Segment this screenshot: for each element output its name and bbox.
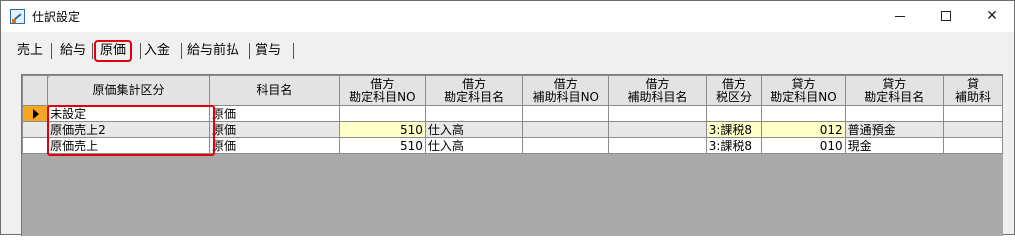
cell-category[interactable]: 原価売上2 — [47, 121, 211, 138]
column-header-debit-sub-no[interactable]: 借方 補助科目NO — [522, 75, 610, 106]
minimize-button[interactable] — [877, 1, 923, 32]
cell-debit-tax[interactable] — [705, 105, 763, 122]
row-header[interactable] — [22, 105, 49, 122]
tab-cost[interactable]: 原価 — [94, 40, 133, 62]
column-header-credit-sub[interactable]: 貸補助科 — [942, 75, 1003, 106]
column-header-credit-account-name[interactable]: 貸方 勘定科目名 — [844, 75, 944, 106]
current-row-icon — [23, 106, 47, 121]
cell-debit-no[interactable]: 510 — [338, 137, 426, 154]
cell-credit-sub[interactable] — [942, 105, 1003, 122]
journal-table: 原価集計区分 科目名 借方 勘定科目NO 借方 勘定科目名 借方 補助科目NO 借方補… — [22, 75, 1003, 154]
tab-separator — [51, 43, 52, 59]
cell-debit-sub-name[interactable] — [608, 137, 707, 154]
tab-deposit[interactable]: 入金 — [140, 41, 174, 61]
title-bar: 仕訳設定 ✕ — [1, 1, 1014, 32]
tab-separator — [181, 43, 182, 59]
cell-credit-sub[interactable] — [942, 137, 1003, 154]
cell-credit-name[interactable]: 普通預金 — [844, 121, 944, 138]
cell-debit-sub-name[interactable] — [608, 121, 707, 138]
cell-debit-sub-no[interactable] — [522, 137, 610, 154]
journal-settings-window: 仕訳設定 ✕ 売上 給与 原価 入金 給与前払 賞与 原価集計区分 科目名 借方… — [0, 0, 1015, 236]
column-header-debit-sub-name[interactable]: 借方 補助科目名 — [608, 75, 707, 106]
tab-separator — [92, 43, 93, 59]
maximize-button[interactable] — [923, 1, 969, 32]
cell-debit-name[interactable]: 仕入高 — [424, 137, 524, 154]
table-row[interactable]: 原価売上2 原価 510 仕入高 3:課税8 012 普通預金 — [22, 121, 1003, 138]
window-title: 仕訳設定 — [32, 10, 81, 24]
grid-corner — [22, 75, 49, 106]
tab-bonus[interactable]: 賞与 — [251, 41, 285, 61]
cell-credit-sub[interactable] — [942, 121, 1003, 138]
cell-debit-tax[interactable]: 3:課税8 — [705, 121, 763, 138]
cell-credit-no[interactable]: 010 — [761, 137, 846, 154]
cell-subject[interactable]: 原価 — [209, 137, 340, 154]
tab-separator — [249, 43, 250, 59]
cell-debit-no[interactable] — [338, 105, 426, 122]
cell-subject[interactable]: 原価 — [209, 105, 340, 122]
cell-debit-tax[interactable]: 3:課税8 — [705, 137, 763, 154]
column-header-debit-tax[interactable]: 借方 税区分 — [705, 75, 763, 106]
maximize-icon — [941, 11, 951, 21]
cell-category[interactable]: 原価売上 — [47, 137, 211, 154]
row-header[interactable] — [22, 121, 49, 138]
cell-debit-name[interactable] — [424, 105, 524, 122]
table-row[interactable]: 原価売上 原価 510 仕入高 3:課税8 010 現金 — [22, 137, 1003, 154]
cell-debit-name[interactable]: 仕入高 — [424, 121, 524, 138]
cell-debit-sub-no[interactable] — [522, 121, 610, 138]
tab-separator — [293, 43, 294, 59]
minimize-icon — [895, 15, 905, 17]
column-header-cost-category[interactable]: 原価集計区分 — [47, 75, 211, 106]
journal-grid[interactable]: 原価集計区分 科目名 借方 勘定科目NO 借方 勘定科目名 借方 補助科目NO 借方補… — [21, 74, 1003, 236]
cell-credit-no[interactable]: 012 — [761, 121, 846, 138]
journal-settings-icon — [10, 9, 25, 24]
cell-credit-name[interactable] — [844, 105, 944, 122]
column-header-debit-account-no[interactable]: 借方 勘定科目NO — [338, 75, 426, 106]
tab-sales[interactable]: 売上 — [13, 41, 47, 61]
row-header[interactable] — [22, 137, 49, 154]
close-icon: ✕ — [986, 8, 998, 24]
cell-debit-sub-no[interactable] — [522, 105, 610, 122]
cell-credit-name[interactable]: 現金 — [844, 137, 944, 154]
cell-subject[interactable]: 原価 — [209, 121, 340, 138]
tab-salary-advance[interactable]: 給与前払 — [183, 41, 243, 61]
cell-category[interactable]: 未設定 — [47, 105, 211, 122]
cell-debit-no[interactable]: 510 — [338, 121, 426, 138]
cell-credit-no[interactable] — [761, 105, 846, 122]
cell-debit-sub-name[interactable] — [608, 105, 707, 122]
close-button[interactable]: ✕ — [969, 1, 1015, 32]
column-header-credit-account-no[interactable]: 貸方 勘定科目NO — [761, 75, 846, 106]
column-header-subject-name[interactable]: 科目名 — [209, 75, 340, 106]
tab-salary[interactable]: 給与 — [56, 41, 90, 61]
column-header-debit-account-name[interactable]: 借方 勘定科目名 — [424, 75, 524, 106]
tab-strip: 売上 給与 原価 入金 給与前払 賞与 — [1, 32, 1014, 62]
table-row[interactable]: 未設定 原価 — [22, 105, 1003, 122]
